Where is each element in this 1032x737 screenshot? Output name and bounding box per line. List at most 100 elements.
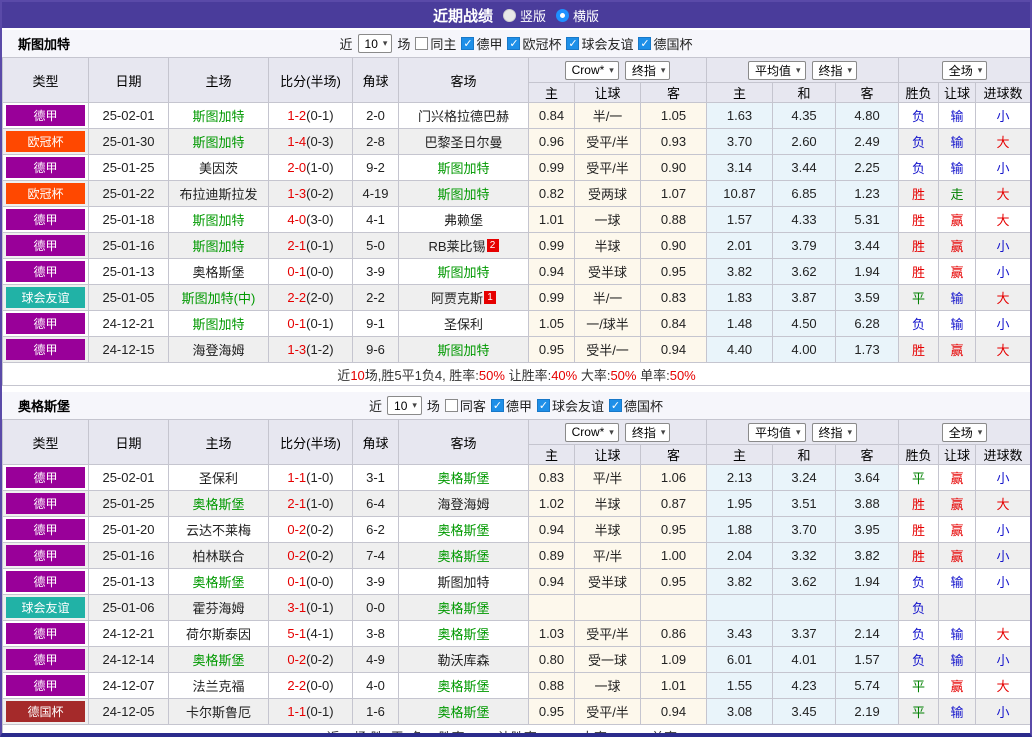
avg-odds-cell: 2.25	[835, 154, 900, 181]
home-team-cell[interactable]: 斯图加特(中)	[168, 284, 269, 311]
away-team-cell[interactable]: 斯图加特	[398, 154, 529, 181]
layout-option-vertical[interactable]: 竖版	[502, 6, 546, 25]
away-team-cell[interactable]: 奥格斯堡	[398, 542, 529, 569]
odds-cell: 0.94	[528, 568, 575, 595]
league-filter-0[interactable]: ✓ 德甲	[461, 34, 502, 53]
checkbox-icon[interactable]	[415, 37, 429, 50]
home-team-cell[interactable]: 荷尔斯泰因	[168, 620, 269, 647]
odds-source-select[interactable]: 终指 ▾	[811, 60, 858, 80]
checkbox-checked-icon[interactable]: ✓	[608, 399, 622, 412]
home-team-cell[interactable]: 奥格斯堡	[168, 646, 269, 673]
result-text: 大	[996, 679, 1010, 694]
match-count-select[interactable]: 10 ▾	[387, 396, 422, 415]
checkbox-checked-icon[interactable]: ✓	[638, 37, 652, 50]
away-team-cell[interactable]: RB莱比锡 2	[398, 232, 529, 259]
odds-source-select[interactable]: 全场 ▾	[941, 60, 988, 80]
home-team-cell[interactable]: 奥格斯堡	[168, 568, 269, 595]
checkbox-checked-icon[interactable]: ✓	[566, 37, 580, 50]
select-value: 全场	[948, 425, 973, 440]
home-team-cell[interactable]: 斯图加特	[168, 232, 269, 259]
home-team-cell[interactable]: 奥格斯堡	[168, 490, 269, 517]
odds-source-select[interactable]: 平均值 ▾	[747, 60, 806, 80]
radio-icon[interactable]	[556, 8, 569, 22]
same-side-filter[interactable]: 同主	[415, 34, 456, 53]
away-team-cell[interactable]: 巴黎圣日尔曼	[398, 128, 529, 155]
home-team-cell[interactable]: 斯图加特	[168, 206, 269, 233]
outcome-cell: 负	[898, 310, 940, 337]
home-team-cell[interactable]: 美因茨	[168, 154, 269, 181]
odds-source-select[interactable]: Crow* ▾	[564, 60, 619, 80]
corner-cell: 2-0	[352, 102, 399, 129]
league-filter-0[interactable]: ✓ 德甲	[490, 396, 532, 415]
column-header-4: 角球	[352, 419, 399, 465]
avg-odds-cell: 3.62	[772, 258, 837, 285]
away-team-cell[interactable]: 斯图加特	[398, 180, 529, 207]
sub-column-header-0: 主	[528, 82, 575, 103]
home-team-name: 霍芬海姆	[192, 601, 245, 616]
odds-source-select[interactable]: 终指 ▾	[624, 60, 671, 80]
away-team-cell[interactable]: 圣保利	[398, 310, 529, 337]
odds-source-select[interactable]: 终指 ▾	[811, 422, 858, 442]
match-league-cell: 德甲	[2, 336, 89, 363]
checkbox-checked-icon[interactable]: ✓	[490, 399, 504, 412]
summary-cell: 近10场,胜5平1负4, 胜率:50% 让胜率:40% 大率:50% 单率:50…	[2, 362, 1030, 386]
away-team-cell[interactable]: 海登海姆	[398, 490, 529, 517]
sub-column-header-8: 进球数	[975, 444, 1030, 465]
same-side-filter[interactable]: 同客	[444, 396, 486, 415]
dropdown-header-group-1: 平均值 ▾ 终指 ▾	[706, 57, 900, 83]
score-cell: 0-2(0-2)	[268, 542, 353, 569]
outcome-cell: 胜	[898, 232, 940, 259]
home-team-cell[interactable]: 卡尔斯鲁厄	[168, 698, 269, 725]
odds-source-select[interactable]: 全场 ▾	[941, 422, 988, 442]
checkbox-icon[interactable]	[444, 399, 458, 412]
home-team-cell[interactable]: 柏林联合	[168, 542, 269, 569]
checkbox-checked-icon[interactable]: ✓	[536, 399, 550, 412]
home-team-cell[interactable]: 法兰克福	[168, 672, 269, 699]
away-team-cell[interactable]: 奥格斯堡	[398, 594, 529, 621]
league-badge: 德甲	[6, 649, 85, 670]
home-team-name: 斯图加特	[192, 317, 245, 332]
sub-column-header-6: 胜负	[898, 82, 940, 103]
home-team-cell[interactable]: 斯图加特	[168, 310, 269, 337]
away-team-cell[interactable]: 阿贾克斯 1	[398, 284, 529, 311]
avg-odds-cell: 1.94	[835, 568, 900, 595]
away-team-cell[interactable]: 奥格斯堡	[398, 464, 529, 491]
away-team-cell[interactable]: 斯图加特	[398, 336, 529, 363]
home-team-cell[interactable]: 云达不莱梅	[168, 516, 269, 543]
home-team-cell[interactable]: 奥格斯堡	[168, 258, 269, 285]
radio-icon[interactable]	[502, 8, 516, 22]
home-team-cell[interactable]: 圣保利	[168, 464, 269, 491]
league-filter-1[interactable]: ✓ 欧冠杯	[507, 34, 561, 53]
league-filter-3[interactable]: ✓ 德国杯	[638, 34, 693, 53]
odds-cell: 受平/半	[574, 128, 641, 155]
league-filter-2[interactable]: ✓ 德国杯	[608, 396, 663, 415]
away-team-cell[interactable]: 奥格斯堡	[398, 620, 529, 647]
layout-option-horizontal[interactable]: 横版	[556, 6, 599, 25]
league-filter-2[interactable]: ✓ 球会友谊	[566, 34, 633, 53]
home-team-cell[interactable]: 斯图加特	[168, 102, 269, 129]
avg-odds-cell: 2.14	[835, 620, 900, 647]
select-value: 终指	[818, 63, 843, 78]
home-team-cell[interactable]: 布拉迪斯拉发	[168, 180, 269, 207]
away-team-cell[interactable]: 斯图加特	[398, 258, 529, 285]
checkbox-checked-icon[interactable]: ✓	[461, 37, 475, 50]
home-team-cell[interactable]: 霍芬海姆	[168, 594, 269, 621]
away-team-cell[interactable]: 门兴格拉德巴赫	[398, 102, 529, 129]
odds-source-select[interactable]: Crow* ▾	[564, 422, 619, 442]
odds-cell	[574, 594, 641, 621]
score-cell: 1-4(0-3)	[268, 128, 353, 155]
away-team-cell[interactable]: 奥格斯堡	[398, 672, 529, 699]
checkbox-checked-icon[interactable]: ✓	[507, 37, 521, 50]
league-filter-1[interactable]: ✓ 球会友谊	[536, 396, 604, 415]
odds-source-select[interactable]: 终指 ▾	[624, 422, 671, 442]
away-team-cell[interactable]: 斯图加特	[398, 568, 529, 595]
match-count-select[interactable]: 10 ▾	[357, 34, 393, 53]
away-team-cell[interactable]: 勒沃库森	[398, 646, 529, 673]
odds-source-select[interactable]: 平均值 ▾	[747, 422, 806, 442]
away-team-cell[interactable]: 奥格斯堡	[398, 698, 529, 725]
home-team-cell[interactable]: 海登海姆	[168, 336, 269, 363]
away-team-cell[interactable]: 奥格斯堡	[398, 516, 529, 543]
avg-odds-cell: 3.79	[772, 232, 837, 259]
home-team-cell[interactable]: 斯图加特	[168, 128, 269, 155]
away-team-cell[interactable]: 弗赖堡	[398, 206, 529, 233]
